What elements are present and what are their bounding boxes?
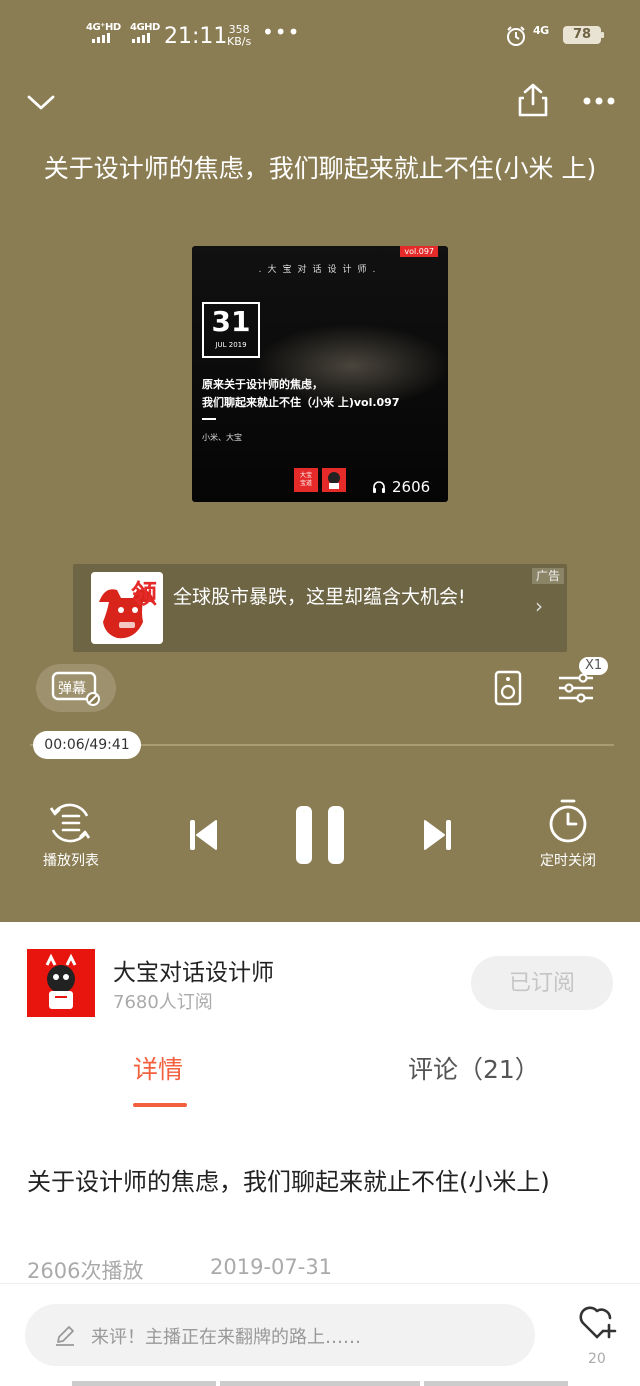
nav-bar-segment bbox=[72, 1381, 216, 1386]
network-speed: 358 KB/s bbox=[227, 24, 251, 48]
comment-input[interactable]: 来评！主播正在来翻牌的路上…… bbox=[25, 1304, 535, 1366]
more-options-icon[interactable] bbox=[582, 96, 616, 106]
battery-indicator: 78 bbox=[563, 26, 604, 44]
cover-date-box: 31 JUL 2019 bbox=[202, 302, 260, 358]
cover-headline-1: 原来关于设计师的焦虑， bbox=[202, 378, 323, 391]
ad-text: 全球股市暴跌，这里却蕴含大机会! bbox=[173, 586, 466, 608]
signal-icon-2 bbox=[132, 33, 150, 43]
episode-date: 2019-07-31 bbox=[210, 1255, 333, 1279]
cover-plays-value: 2606 bbox=[392, 478, 431, 496]
timer-label[interactable]: 定时关闭 bbox=[528, 850, 608, 870]
network-4g-label: 4G⁺HD bbox=[86, 22, 121, 33]
ad-image: 领 bbox=[91, 572, 163, 644]
like-count: 20 bbox=[588, 1351, 606, 1367]
progress-time-handle[interactable]: 00:06/49:41 bbox=[33, 731, 141, 759]
channel-subscribers: 7680人订阅 bbox=[113, 992, 213, 1013]
signal-icon bbox=[92, 33, 110, 43]
nav-bar-segment bbox=[424, 1381, 568, 1386]
channel-avatar[interactable] bbox=[27, 949, 95, 1017]
subscribed-button[interactable]: 已订阅 bbox=[471, 956, 613, 1010]
channel-mascot-icon bbox=[27, 949, 95, 1017]
episode-title: 关于设计师的焦虑，我们聊起来就止不住(小米 上) bbox=[43, 154, 597, 183]
playlist-icon[interactable] bbox=[47, 800, 93, 846]
ad-chevron-right-icon: › bbox=[535, 594, 543, 618]
cover-headline-2: 我们聊起来就止不住（小米 上)vol.097 bbox=[202, 396, 400, 409]
cover-logo-text: 大宝 宝道 bbox=[294, 468, 318, 492]
cover-art: .大宝对话设计师. vol.097 31 JUL 2019 原来关于设计师的焦虑… bbox=[192, 246, 448, 502]
danmu-toggle-button[interactable]: 弹幕 bbox=[36, 664, 116, 712]
ad-image-char: 领 bbox=[131, 580, 158, 610]
speed-unit: KB/s bbox=[227, 35, 252, 48]
timer-icon[interactable] bbox=[547, 798, 589, 844]
episode-play-count: 2606次播放 bbox=[27, 1259, 144, 1283]
more-status-icon: ••• bbox=[262, 20, 301, 44]
cover-day: 31 bbox=[211, 305, 251, 338]
clock: 21:11 bbox=[164, 24, 228, 49]
danmu-label: 弹幕 bbox=[58, 681, 86, 697]
cover-top-text: .大宝对话设计师. bbox=[258, 265, 382, 275]
speaker-icon[interactable] bbox=[494, 670, 522, 706]
alarm-icon bbox=[507, 26, 525, 46]
collapse-chevron-down-icon[interactable] bbox=[26, 92, 56, 114]
tab-comments[interactable]: 评论（21） bbox=[408, 1050, 540, 1086]
share-icon[interactable] bbox=[516, 82, 550, 118]
network-4g-label-3: 4G bbox=[533, 24, 549, 37]
episode-detail-title: 关于设计师的焦虑，我们聊起来就止不住(小米上) bbox=[27, 1168, 550, 1196]
tab-active-indicator bbox=[133, 1103, 187, 1107]
player-panel: 4G⁺HD 4GHD 21:11 358 KB/s ••• 4G 78 关于设计… bbox=[0, 0, 640, 922]
cover-month-year: JUL 2019 bbox=[215, 341, 247, 349]
nav-bar-segment bbox=[220, 1381, 420, 1386]
status-bar: 4G⁺HD 4GHD 21:11 358 KB/s ••• 4G 78 bbox=[0, 0, 640, 72]
cover-authors: 小米、大宝 bbox=[202, 433, 242, 442]
network-4g-label-2: 4GHD bbox=[130, 22, 160, 33]
pencil-icon bbox=[56, 1326, 74, 1346]
cover-vol-badge: vol.097 bbox=[400, 246, 438, 257]
speed-badge: X1 bbox=[579, 657, 609, 675]
pause-icon[interactable] bbox=[294, 804, 346, 866]
like-heart-icon[interactable] bbox=[577, 1303, 619, 1341]
next-icon[interactable] bbox=[423, 818, 453, 852]
tab-detail[interactable]: 详情 bbox=[133, 1050, 183, 1086]
playlist-label[interactable]: 播放列表 bbox=[31, 850, 111, 870]
cover-divider bbox=[202, 418, 216, 420]
channel-name[interactable]: 大宝对话设计师 bbox=[113, 953, 274, 987]
bottom-divider bbox=[0, 1283, 640, 1284]
mascot-icon bbox=[328, 472, 340, 489]
comment-placeholder: 来评！主播正在来翻牌的路上…… bbox=[91, 1327, 361, 1348]
cover-mascot-logo bbox=[322, 468, 346, 492]
ad-badge: 广告 bbox=[531, 568, 564, 584]
headphones-icon bbox=[373, 481, 385, 493]
equalizer-speed-icon[interactable] bbox=[557, 672, 595, 704]
previous-icon[interactable] bbox=[188, 818, 218, 852]
cover-play-count: 2606 bbox=[372, 478, 430, 496]
ad-banner[interactable]: 领 全球股市暴跌，这里却蕴含大机会! 广告 › bbox=[73, 564, 567, 652]
